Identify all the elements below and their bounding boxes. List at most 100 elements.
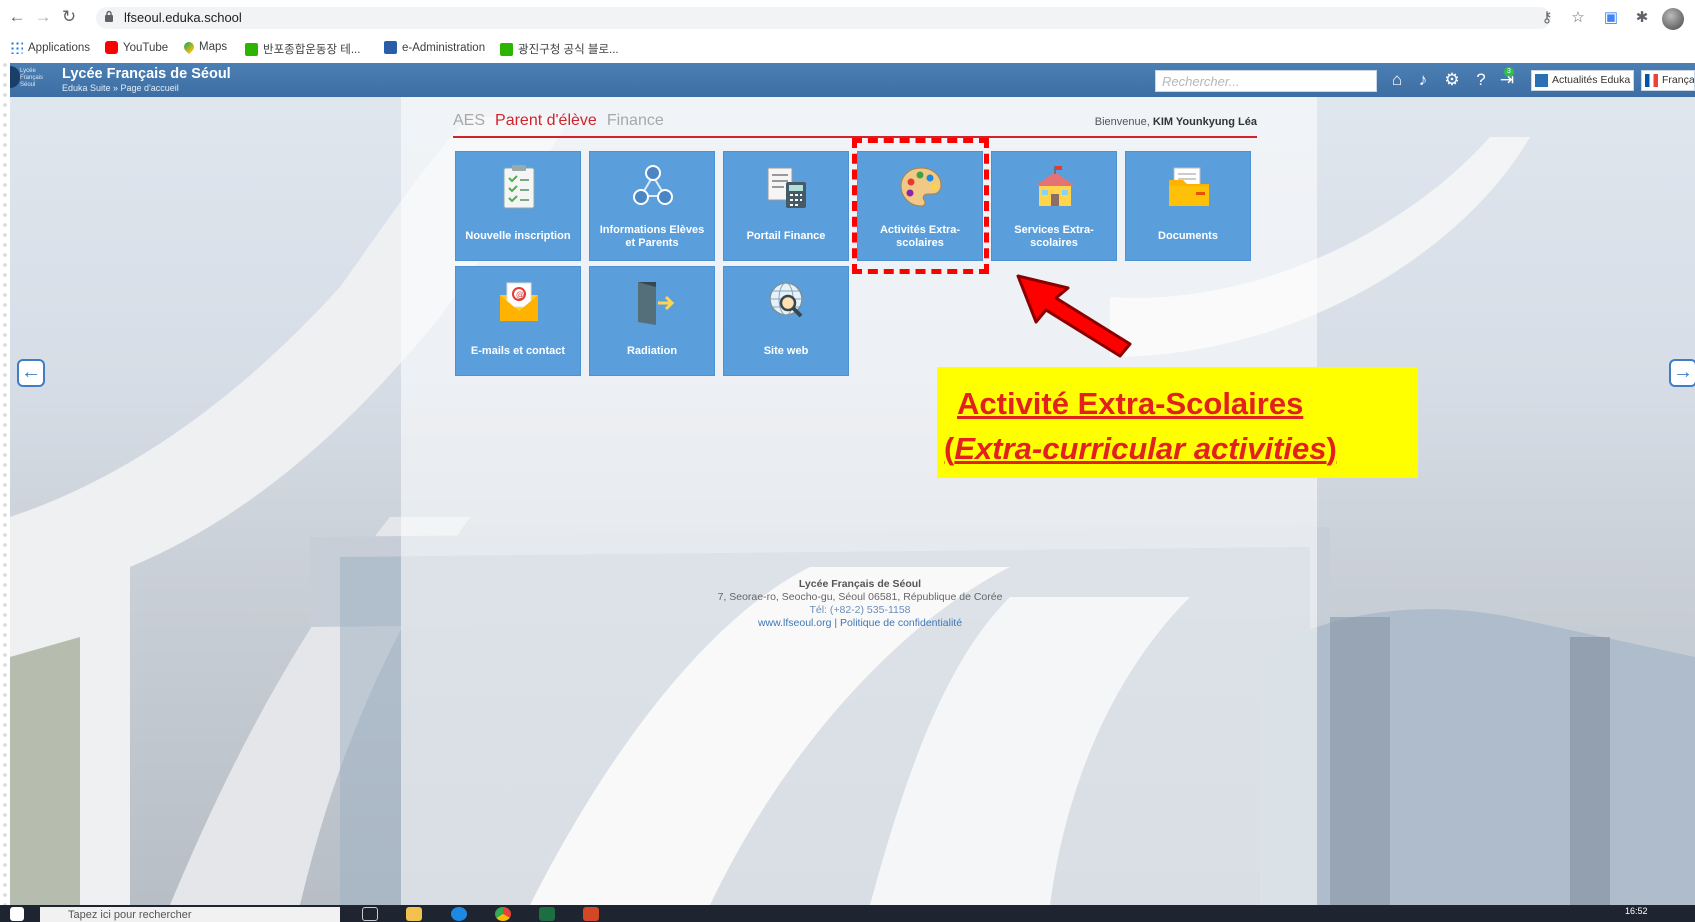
decorative-dot-border-left [0,0,10,922]
paren-open: ( [944,431,955,466]
privacy-link[interactable]: Politique de confidentialité [840,617,962,629]
callout-title: Activité Extra-Scolaires [957,386,1304,421]
tile-label: E-mails et contact [470,345,566,357]
browser-toolbar: ← → ↻ lfseoul.eduka.school ⚷ ☆ ▣ ✱ [0,0,1695,34]
footer-school-name: Lycée Français de Séoul [798,578,922,590]
home-icon[interactable]: ⌂ [1386,69,1408,91]
bookmark-label: Maps [199,41,228,53]
paren-close: ) [1326,431,1337,466]
youtube-icon [105,41,118,54]
exit-door-icon [638,282,675,325]
tile-nouvelle-inscription[interactable]: Nouvelle inscription [455,151,581,261]
tile-portail-finance[interactable]: Portail Finance [723,151,849,261]
breadcrumb: Eduka Suite » Page d'accueil [62,83,179,93]
svg-text:@: @ [516,290,524,299]
link-separator: | [831,617,841,629]
lock-icon [105,10,113,22]
welcome-prefix: Bienvenue, [1094,116,1150,128]
tab-finance[interactable]: Finance [607,112,664,130]
language-button[interactable]: Français [1641,70,1695,91]
footer-phone: Tél: (+82-2) 535-1158 [809,604,911,616]
footer-address: 7, Seorae-ro, Seocho-gu, Séoul 06581, Ré… [717,591,1003,603]
tile-label: Portail Finance [746,230,826,242]
news-icon [1535,74,1548,87]
help-question-icon[interactable]: ? [1470,69,1492,91]
bookmark-youtube[interactable]: YouTube [105,41,168,54]
tile-informations-eleves[interactable]: Informations Elèves et Parents [589,151,715,261]
taskbar-search[interactable]: Tapez ici pour rechercher [40,907,340,922]
website-link[interactable]: www.lfseoul.org [758,617,832,629]
translate-icon[interactable]: ▣ [1601,8,1621,28]
url-text[interactable]: lfseoul.eduka.school [124,10,242,25]
bell-icon[interactable]: ♪ [1412,69,1434,91]
next-slide-arrow-icon[interactable]: → [1669,359,1695,387]
globe-magnifier-icon [769,282,803,318]
e-administration-icon [384,41,397,54]
school-building-icon [1035,166,1075,206]
search-input[interactable] [1156,71,1376,91]
header-search [1155,70,1377,92]
clipboard-checklist-icon [503,165,535,209]
highlight-dashed-box [852,138,989,274]
tile-radiation[interactable]: Radiation [589,266,715,376]
profile-avatar[interactable] [1662,8,1684,30]
logout-icon[interactable]: ⇥ [1496,69,1518,91]
bookmark-sports-center[interactable]: 반포종합운동장 테... [245,41,360,57]
tile-label: Informations Elèves et Parents [599,224,705,249]
tile-site-web[interactable]: Site web [723,266,849,376]
bookmark-maps[interactable]: Maps [181,39,228,55]
taskbar-clock[interactable]: 16:52 [1625,906,1648,916]
app-header: Lycée Français Séoul Lycée Français de S… [10,63,1695,97]
tile-services-extra-scolaires[interactable]: Services Extra-scolaires [991,151,1117,261]
tab-aes[interactable]: AES [453,112,485,130]
back-arrow-icon[interactable]: ← [6,6,28,28]
windows-start-icon[interactable] [10,907,24,921]
tab-parent[interactable]: Parent d'élève [495,112,597,130]
reload-icon[interactable]: ↻ [58,6,80,28]
app-title[interactable]: Lycée Français de Séoul [62,66,231,82]
edge-browser-icon[interactable] [451,907,467,921]
bookmark-e-administration[interactable]: e-Administration [384,41,485,54]
tile-label: Documents [1158,230,1218,242]
callout-subtitle: (Extra-curricular activities) [944,426,1418,471]
tile-documents[interactable]: Documents [1125,151,1251,261]
section-tabs: AES Parent d'élève Finance [453,112,664,130]
settings-gears-icon[interactable]: ⚙ [1441,69,1463,91]
language-button-label: Français [1662,74,1695,86]
previous-slide-arrow-icon[interactable]: ← [17,359,45,387]
bookmark-label: 반포종합운동장 테... [263,44,361,56]
tile-label: Nouvelle inscription [465,230,571,242]
logo-text: Lycée Français Séoul [20,68,44,88]
bookmark-label: e-Administration [402,41,486,54]
extensions-puzzle-icon[interactable]: ✱ [1632,8,1652,28]
file-explorer-icon[interactable] [406,907,422,921]
key-icon[interactable]: ⚷ [1537,8,1557,28]
bookmark-label: Applications [28,41,91,54]
welcome-message: Bienvenue, KIM Younkyung Léa [1095,116,1257,128]
bookmark-label: YouTube [123,41,169,54]
chrome-browser-icon[interactable] [495,907,511,921]
people-network-icon [633,165,673,205]
tile-label: Site web [763,345,809,357]
task-view-icon[interactable] [362,907,378,921]
school-logo[interactable]: Lycée Français Séoul [10,68,50,94]
apps-grid-icon [10,41,23,54]
naver-blog-icon [245,42,258,56]
bookmark-applications[interactable]: Applications [10,41,90,54]
callout-subtitle-italic: Extra-curricular activities [954,431,1327,466]
powerpoint-icon[interactable] [583,907,599,921]
excel-icon[interactable] [539,907,555,921]
bookmark-gwangjin-blog[interactable]: 광진구청 공식 블로... [500,41,619,57]
taskbar-search-placeholder: Tapez ici pour rechercher [68,909,192,921]
news-button[interactable]: Actualités Eduka [1531,70,1634,91]
news-button-label: Actualités Eduka [1552,74,1631,86]
folder-documents-icon [1169,167,1209,206]
tile-label: Radiation [626,345,678,357]
map-pin-icon [181,39,197,55]
bookmarks-bar: Applications YouTube Maps 반포종합운동장 테... e… [0,34,1695,62]
bookmark-label: 광진구청 공식 블로... [518,44,619,56]
address-bar[interactable] [96,7,1551,29]
star-bookmark-icon[interactable]: ☆ [1568,8,1588,28]
tile-emails-contact[interactable]: @ E-mails et contact [455,266,581,376]
forward-arrow-icon[interactable]: → [32,6,54,28]
